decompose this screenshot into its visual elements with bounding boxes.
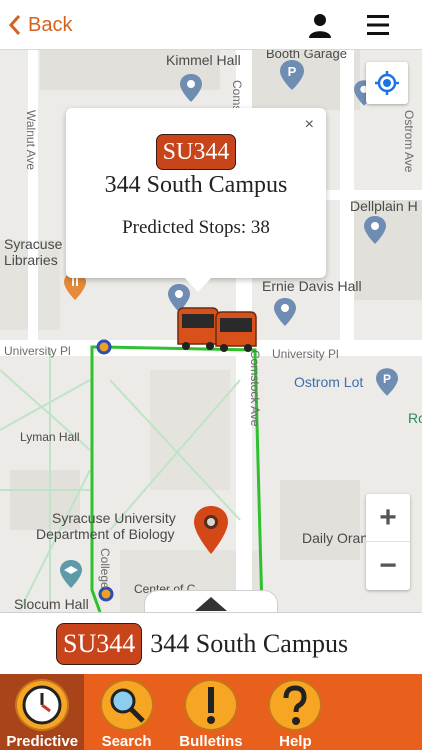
magnifier-icon [99, 679, 154, 731]
chevron-left-icon [8, 15, 21, 35]
ostrom-ave-label: Ostrom Ave [402, 110, 416, 173]
question-icon [268, 679, 323, 731]
tab-label: Bulletins [179, 733, 243, 750]
walnut-ave-label: Walnut Ave [24, 110, 38, 171]
back-button[interactable]: Back [8, 10, 72, 40]
zoom-out-button[interactable]: − [366, 542, 410, 590]
route-name: 344 South Campus [150, 628, 349, 658]
exclamation-icon [183, 679, 238, 731]
zoom-in-button[interactable]: + [366, 494, 410, 542]
biology-label-1: Syracuse University [52, 510, 176, 526]
svg-text:P: P [288, 64, 297, 79]
tab-label: Predictive [6, 733, 79, 750]
caret-up-icon [195, 597, 227, 611]
bus-icon[interactable] [176, 306, 260, 352]
predicted-stops: Predicted Stops: 38 [122, 217, 270, 238]
svg-text:P: P [383, 372, 391, 386]
route-badge: SU344 [155, 134, 237, 170]
bus-info-popup: × SU344 344 South Campus Predicted Stops… [66, 108, 326, 292]
tab-label: Help [279, 733, 312, 750]
expand-panel-button[interactable] [144, 590, 278, 614]
app-header: Back [0, 0, 422, 50]
popup-route-name: 344 South Campus [104, 172, 288, 198]
route-badge: SU344 [56, 622, 143, 665]
libraries-label-1: Syracuse [4, 236, 63, 252]
popup-close-button[interactable]: × [305, 116, 314, 134]
dellplain-label: Dellplain H [350, 198, 418, 214]
lyman-hall-label: Lyman Hall [20, 430, 80, 444]
tab-search[interactable]: Search [84, 674, 168, 750]
tab-label: Search [101, 733, 152, 750]
user-icon[interactable] [306, 11, 334, 39]
parking-pin-icon[interactable]: P [376, 368, 398, 396]
parking-pin-icon[interactable]: P [280, 60, 304, 90]
biology-label-2: Department of Biology [36, 526, 175, 542]
popup-tail [184, 277, 212, 292]
ostrom-lot-label: Ostrom Lot [294, 374, 364, 390]
locate-me-button[interactable] [366, 62, 408, 104]
slocum-hall-label: Slocum Hall [14, 596, 89, 612]
comstock-ave-label: Comstock Ave [248, 350, 262, 427]
menu-icon[interactable] [364, 12, 392, 38]
school-pin-icon[interactable] [60, 560, 82, 588]
bottom-tab-bar: Predictive Search Bulletins Help [0, 674, 422, 750]
back-label: Back [28, 13, 73, 36]
ro-label: Ro [408, 410, 422, 426]
daily-orange-label: Daily Oran [302, 530, 369, 546]
libraries-label-2: Libraries [4, 252, 58, 268]
tab-help[interactable]: Help [253, 674, 337, 750]
university-pl-left-label: University Pl [4, 344, 71, 358]
location-pin-icon[interactable] [274, 298, 296, 326]
kimmel-hall-label: Kimmel Hall [166, 52, 241, 68]
clock-icon [15, 679, 70, 731]
tab-bulletins[interactable]: Bulletins [169, 674, 253, 750]
selected-route-bar[interactable]: SU344 344 South Campus [0, 612, 422, 674]
ernie-davis-label: Ernie Davis Hall [262, 278, 362, 294]
destination-pin-icon[interactable] [194, 506, 228, 554]
booth-garage-label: Booth Garage [266, 50, 347, 61]
location-pin-icon[interactable] [180, 74, 202, 102]
college-label: College [98, 548, 112, 589]
zoom-control: + − [366, 494, 410, 590]
university-pl-right-label: University Pl [272, 347, 339, 361]
tab-predictive[interactable]: Predictive [0, 674, 85, 750]
crosshair-icon [375, 71, 399, 95]
location-pin-icon[interactable] [364, 216, 386, 244]
map-view[interactable]: Kimmel Hall Booth Garage Dellplain H Syr… [0, 50, 422, 612]
